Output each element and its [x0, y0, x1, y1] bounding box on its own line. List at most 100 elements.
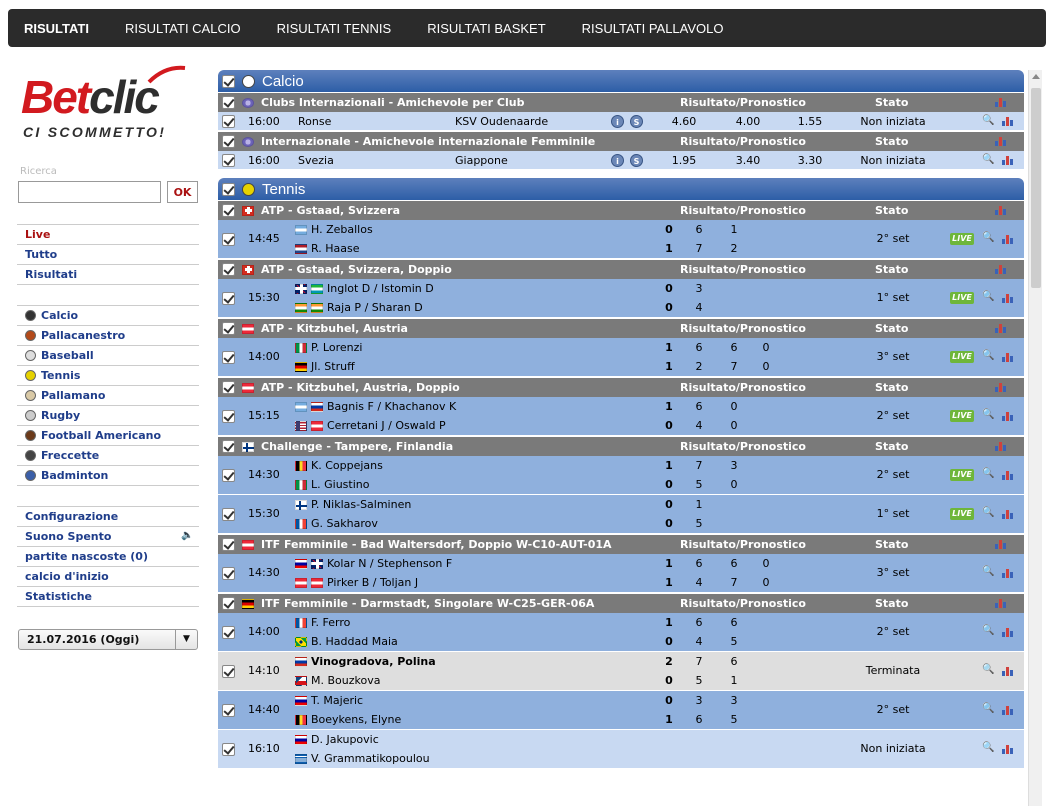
match-row[interactable]: 15:30 P. Niklas-Salminen G. Sakharov 0 1 0 5 1°… — [218, 495, 1024, 534]
sidebar-item-sport[interactable]: Freccette — [17, 446, 199, 466]
odd-value[interactable]: 4.60 — [659, 115, 709, 128]
away-team[interactable]: Giappone — [455, 154, 508, 167]
odd-value[interactable]: 1.55 — [785, 115, 835, 128]
sidebar-item-sport[interactable]: Tennis — [17, 366, 199, 386]
magnifier-icon[interactable]: 🔍 — [982, 507, 994, 518]
player-name[interactable]: Boeykens, Elyne — [295, 713, 401, 726]
odd-value[interactable]: 3.30 — [785, 154, 835, 167]
sidebar-item-live[interactable]: Live — [17, 225, 199, 245]
player-name[interactable]: P. Lorenzi — [295, 341, 362, 354]
match-stats-icon[interactable] — [1002, 568, 1013, 578]
sidebar-item-tutto[interactable]: Tutto — [17, 245, 199, 265]
match-checkbox[interactable] — [222, 665, 235, 678]
match-checkbox[interactable] — [222, 704, 235, 717]
player-name[interactable]: H. Zeballos — [295, 223, 373, 236]
magnifier-icon[interactable]: 🔍 — [982, 232, 994, 243]
competition-stats-icon[interactable] — [995, 264, 1006, 274]
sidebar-item-setting[interactable]: partite nascoste (0) — [17, 547, 199, 567]
live-badge[interactable]: LIVE — [950, 410, 974, 422]
player-name[interactable]: Kolar N / Stephenson F — [295, 557, 452, 570]
match-row[interactable]: 16:00 Ronse KSV Oudenaarde i S 4.60 4.00 1.55 No… — [218, 112, 1024, 131]
player-name[interactable]: B. Haddad Maia — [295, 635, 398, 648]
live-badge[interactable]: LIVE — [950, 508, 974, 520]
competition-stats-icon[interactable] — [995, 323, 1006, 333]
odd-value[interactable]: 1.95 — [659, 154, 709, 167]
sidebar-item-sport[interactable]: Football Americano — [17, 426, 199, 446]
live-badge[interactable]: LIVE — [950, 351, 974, 363]
competition-checkbox[interactable] — [222, 538, 235, 551]
match-stats-icon[interactable] — [1002, 234, 1013, 244]
match-checkbox[interactable] — [222, 351, 235, 364]
stats-icon[interactable]: S — [630, 154, 643, 167]
competition-checkbox[interactable] — [222, 135, 235, 148]
top-nav-item[interactable]: RISULTATI BASKET — [427, 21, 545, 36]
player-name[interactable]: R. Haase — [295, 242, 360, 255]
match-stats-icon[interactable] — [1002, 155, 1013, 165]
competition-stats-icon[interactable] — [995, 205, 1006, 215]
search-input[interactable] — [18, 181, 161, 203]
odd-value[interactable]: 3.40 — [723, 154, 773, 167]
search-ok-button[interactable]: OK — [167, 181, 198, 203]
top-nav-item[interactable]: RISULTATI CALCIO — [125, 21, 241, 36]
match-row[interactable]: 16:10 D. Jakupovic V. Grammatikopoulou Non … — [218, 730, 1024, 769]
magnifier-icon[interactable]: 🔍 — [982, 703, 994, 714]
match-row[interactable]: 14:00 F. Ferro B. Haddad Maia 1 6 6 0 4 5 2° set 🔍 — [218, 613, 1024, 652]
betclic-logo[interactable]: Betclic CI SCOMMETTO! — [17, 62, 199, 157]
sport-checkbox[interactable] — [222, 74, 235, 88]
player-name[interactable]: Jl. Struff — [295, 360, 355, 373]
player-name[interactable]: M. Bouzkova — [295, 674, 380, 687]
sidebar-item-setting[interactable]: Statistiche — [17, 587, 199, 607]
scroll-up-icon[interactable] — [1032, 74, 1040, 79]
stats-icon[interactable]: S — [630, 115, 643, 128]
sidebar-item-sport[interactable]: Pallamano — [17, 386, 199, 406]
competition-checkbox[interactable] — [222, 263, 235, 276]
match-checkbox[interactable] — [222, 233, 235, 246]
competition-stats-icon[interactable] — [995, 382, 1006, 392]
player-name[interactable]: V. Grammatikopoulou — [295, 752, 430, 765]
sidebar-item-setting[interactable]: Configurazione — [17, 507, 199, 527]
live-badge[interactable]: LIVE — [950, 233, 974, 245]
date-select[interactable]: 21.07.2016 (Oggi) ▼ — [18, 629, 198, 650]
magnifier-icon[interactable]: 🔍 — [982, 291, 994, 302]
match-row[interactable]: 15:30 Inglot D / Istomin D Raja P / Sharan… — [218, 279, 1024, 318]
magnifier-icon[interactable]: 🔍 — [982, 625, 994, 636]
match-stats-icon[interactable] — [1002, 293, 1013, 303]
competition-stats-icon[interactable] — [995, 97, 1006, 107]
sidebar-item-sport[interactable]: Calcio — [17, 306, 199, 326]
competition-checkbox[interactable] — [222, 322, 235, 335]
match-stats-icon[interactable] — [1002, 411, 1013, 421]
competition-checkbox[interactable] — [222, 440, 235, 453]
player-name[interactable]: L. Giustino — [295, 478, 369, 491]
player-name[interactable]: D. Jakupovic — [295, 733, 379, 746]
player-name[interactable]: T. Majeric — [295, 694, 363, 707]
player-name[interactable]: Bagnis F / Khachanov K — [295, 400, 456, 413]
player-name[interactable]: Cerretani J / Oswald P — [295, 419, 446, 432]
match-stats-icon[interactable] — [1002, 116, 1013, 126]
competition-stats-icon[interactable] — [995, 598, 1006, 608]
match-checkbox[interactable] — [222, 743, 235, 756]
player-name[interactable]: Inglot D / Istomin D — [295, 282, 434, 295]
match-row[interactable]: 14:30 K. Coppejans L. Giustino 1 7 3 0 5 0 2° set… — [218, 456, 1024, 495]
match-row[interactable]: 14:10 Vinogradova, Polina M. Bouzkova 2 7 6 0 5… — [218, 652, 1024, 691]
magnifier-icon[interactable]: 🔍 — [982, 115, 994, 126]
magnifier-icon[interactable]: 🔍 — [982, 350, 994, 361]
sidebar-item-sport[interactable]: Badminton — [17, 466, 199, 486]
scrollbar[interactable] — [1028, 70, 1042, 806]
match-stats-icon[interactable] — [1002, 627, 1013, 637]
match-row[interactable]: 14:00 P. Lorenzi Jl. Struff 1 6 6 0 1 2 7 0 3° set L… — [218, 338, 1024, 377]
speaker-muted-icon[interactable]: 🔈 — [181, 531, 193, 541]
match-checkbox[interactable] — [222, 154, 235, 167]
sidebar-item-risultati[interactable]: Risultati — [17, 265, 199, 285]
player-name[interactable]: Raja P / Sharan D — [295, 301, 423, 314]
competition-stats-icon[interactable] — [995, 441, 1006, 451]
match-checkbox[interactable] — [222, 469, 235, 482]
competition-checkbox[interactable] — [222, 597, 235, 610]
match-row[interactable]: 15:15 Bagnis F / Khachanov K Cerretani J /… — [218, 397, 1024, 436]
match-row[interactable]: 14:45 H. Zeballos R. Haase 0 6 1 1 7 2 2° set LIVE… — [218, 220, 1024, 259]
player-name[interactable]: P. Niklas-Salminen — [295, 498, 411, 511]
home-team[interactable]: Svezia — [298, 154, 334, 167]
live-badge[interactable]: LIVE — [950, 469, 974, 481]
player-name[interactable]: Vinogradova, Polina — [295, 655, 436, 668]
magnifier-icon[interactable]: 🔍 — [982, 468, 994, 479]
info-icon[interactable]: i — [611, 115, 624, 128]
